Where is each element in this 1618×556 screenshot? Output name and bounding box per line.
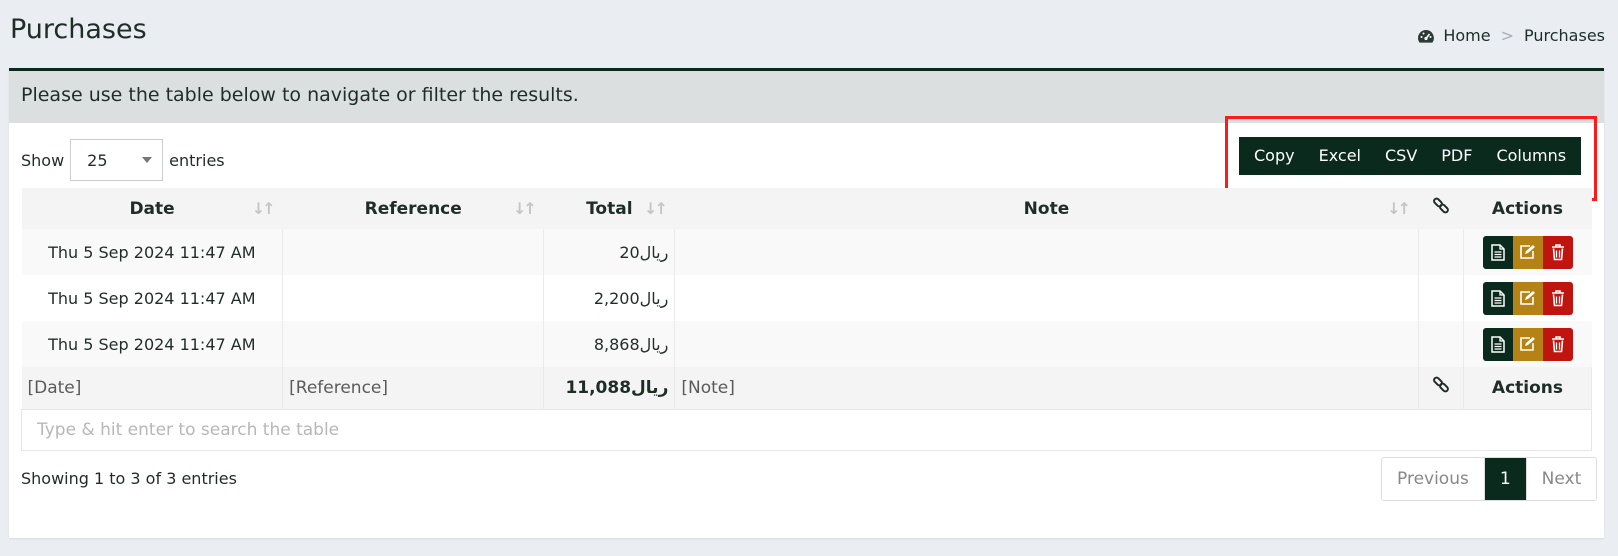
sort-icon: ↓↑ bbox=[1387, 199, 1411, 218]
sort-icon: ↓↑ bbox=[251, 199, 276, 218]
cell-note bbox=[674, 275, 1419, 321]
breadcrumb-current: Purchases bbox=[1524, 26, 1605, 45]
cell-date: Thu 5 Sep 2024 11:47 AM bbox=[21, 275, 284, 321]
edit-icon bbox=[1513, 328, 1543, 361]
delete-button[interactable] bbox=[1542, 235, 1573, 269]
cell-reference bbox=[282, 229, 545, 275]
cell-actions bbox=[1463, 275, 1592, 321]
column-header-attachment bbox=[1418, 188, 1464, 229]
cell-reference bbox=[282, 321, 545, 367]
trash-icon bbox=[1543, 282, 1573, 315]
column-header-total[interactable]: Total ↓↑ bbox=[543, 188, 675, 229]
sort-icon: ↓↑ bbox=[644, 199, 668, 218]
view-details-button[interactable] bbox=[1482, 281, 1513, 315]
breadcrumb-separator: > bbox=[1500, 26, 1514, 45]
edit-icon bbox=[1513, 282, 1543, 315]
show-label: Show bbox=[21, 150, 65, 170]
trash-icon bbox=[1543, 328, 1573, 361]
edit-icon bbox=[1513, 236, 1543, 269]
cell-reference bbox=[282, 275, 545, 321]
content-box: Please use the table below to navigate o… bbox=[9, 68, 1604, 538]
cell-date: Thu 5 Sep 2024 11:47 AM bbox=[21, 229, 284, 275]
footer-note: [Note] bbox=[674, 367, 1419, 409]
trash-icon bbox=[1543, 236, 1573, 269]
footer-reference: [Reference] bbox=[282, 367, 545, 409]
chevron-down-icon bbox=[142, 157, 153, 163]
length-menu: Show 25 entries bbox=[21, 139, 225, 181]
cell-note bbox=[674, 229, 1419, 275]
cell-note bbox=[674, 321, 1419, 367]
file-icon bbox=[1483, 282, 1513, 315]
edit-button[interactable] bbox=[1512, 327, 1543, 361]
breadcrumb-home-link[interactable]: Home bbox=[1443, 26, 1490, 45]
cell-attachment bbox=[1418, 229, 1464, 275]
edit-button[interactable] bbox=[1512, 281, 1543, 315]
sort-icon: ↓↑ bbox=[512, 199, 537, 218]
cell-actions bbox=[1463, 321, 1592, 367]
column-header-reference[interactable]: Reference ↓↑ bbox=[282, 188, 544, 229]
entries-select[interactable]: 25 bbox=[70, 139, 164, 181]
cell-total: ريال20 bbox=[543, 229, 676, 275]
footer-actions: Actions bbox=[1463, 367, 1593, 409]
entries-label: entries bbox=[169, 150, 225, 170]
column-header-date[interactable]: Date ↓↑ bbox=[21, 188, 283, 229]
footer-date: [Date] bbox=[21, 367, 284, 409]
column-header-actions: Actions bbox=[1463, 188, 1592, 229]
table-info: Showing 1 to 3 of 3 entries bbox=[21, 469, 237, 488]
delete-button[interactable] bbox=[1542, 281, 1573, 315]
delete-button[interactable] bbox=[1542, 327, 1573, 361]
table-search-input[interactable]: Type & hit enter to search the table bbox=[21, 408, 1592, 451]
footer-total: ريال11,088 bbox=[543, 367, 676, 409]
pagination: Previous 1 Next bbox=[1381, 457, 1598, 501]
page-title: Purchases bbox=[10, 14, 147, 45]
next-page-button[interactable]: Next bbox=[1525, 458, 1597, 500]
file-icon bbox=[1483, 236, 1513, 269]
purchases-table: Date ↓↑ Reference ↓↑ Total ↓↑ Note ↓↑ Action… bbox=[21, 188, 1593, 451]
page-1-button[interactable]: 1 bbox=[1484, 458, 1526, 500]
column-header-note[interactable]: Note ↓↑ bbox=[674, 188, 1419, 229]
table-row: Thu 5 Sep 2024 11:47 AM ريال2,200 bbox=[21, 275, 1592, 321]
file-icon bbox=[1483, 328, 1513, 361]
footer-attachment bbox=[1418, 367, 1464, 409]
cell-attachment bbox=[1418, 321, 1464, 367]
link-icon bbox=[1432, 197, 1450, 220]
cell-total: ريال8,868 bbox=[543, 321, 676, 367]
view-details-button[interactable] bbox=[1482, 235, 1513, 269]
previous-page-button[interactable]: Previous bbox=[1382, 458, 1485, 500]
table-row: Thu 5 Sep 2024 11:47 AM ريال8,868 bbox=[21, 321, 1592, 367]
view-details-button[interactable] bbox=[1482, 327, 1513, 361]
breadcrumb: Home > Purchases bbox=[1417, 26, 1605, 45]
edit-button[interactable] bbox=[1512, 235, 1543, 269]
cell-attachment bbox=[1418, 275, 1464, 321]
cell-total: ريال2,200 bbox=[543, 275, 676, 321]
dashboard-icon bbox=[1417, 28, 1435, 44]
cell-actions bbox=[1463, 229, 1592, 275]
entries-select-value: 25 bbox=[87, 150, 108, 170]
link-icon bbox=[1432, 376, 1450, 399]
table-row: Thu 5 Sep 2024 11:47 AM ريال20 bbox=[21, 229, 1592, 275]
cell-date: Thu 5 Sep 2024 11:47 AM bbox=[21, 321, 284, 367]
